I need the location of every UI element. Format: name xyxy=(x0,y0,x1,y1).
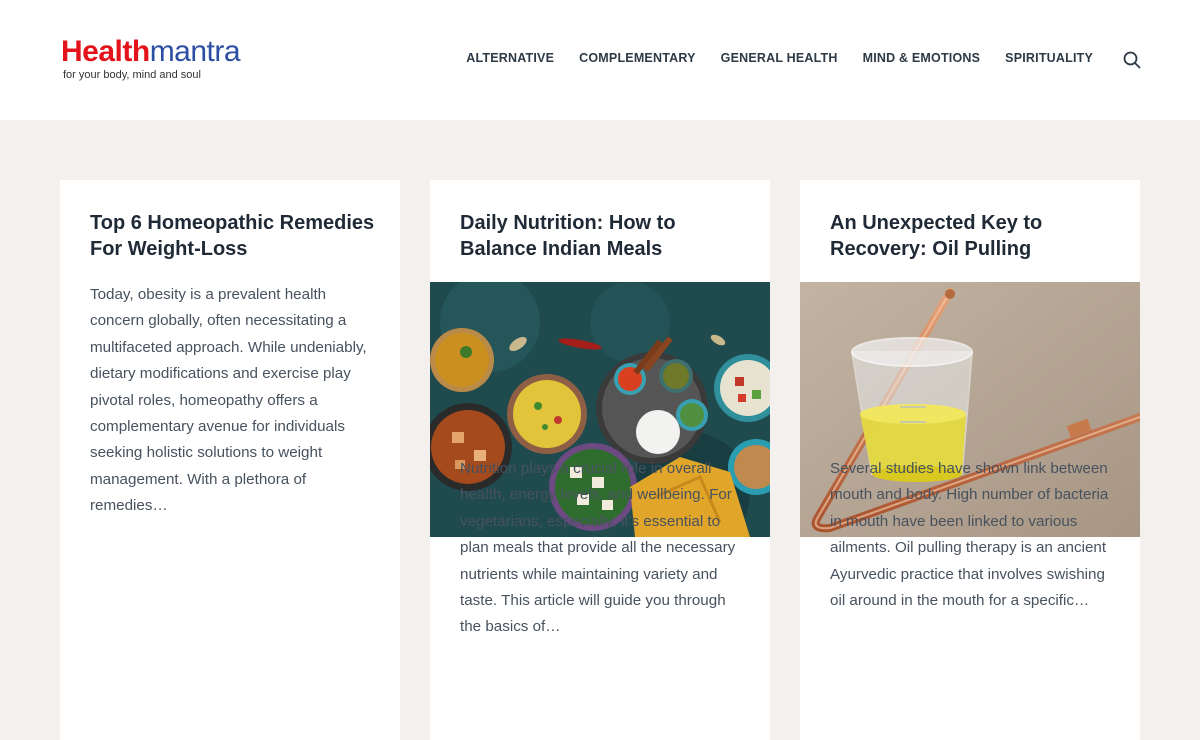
search-icon[interactable] xyxy=(1123,51,1141,69)
post-title[interactable]: An Unexpected Key to Recovery: Oil Pulli… xyxy=(830,210,1120,262)
nav-complementary[interactable]: COMPLEMENTARY xyxy=(579,51,696,65)
post-card: Top 6 Homeopathic Remedies For Weight-Lo… xyxy=(60,180,400,740)
post-title[interactable]: Top 6 Homeopathic Remedies For Weight-Lo… xyxy=(90,210,380,262)
logo-tagline: for your body, mind and soul xyxy=(63,69,201,81)
nav-alternative[interactable]: ALTERNATIVE xyxy=(466,51,554,65)
nav-spirituality[interactable]: SPIRITUALITY xyxy=(1005,51,1093,65)
nav-general-health[interactable]: GENERAL HEALTH xyxy=(721,51,838,65)
post-excerpt: Several studies have shown link between … xyxy=(830,460,1109,610)
post-title[interactable]: Daily Nutrition: How to Balance Indian M… xyxy=(460,210,750,262)
post-card: An Unexpected Key to Recovery: Oil Pulli… xyxy=(800,180,1140,740)
post-excerpt: Today, obesity is a prevalent health con… xyxy=(90,286,367,515)
site-header: Healthmantra for your body, mind and sou… xyxy=(0,0,1200,120)
post-excerpt: Nutrition plays a crucial role in overal… xyxy=(460,460,736,636)
site-logo[interactable]: Healthmantra for your body, mind and sou… xyxy=(61,35,241,82)
main-navigation: ALTERNATIVE COMPLEMENTARY GENERAL HEALTH… xyxy=(441,51,1093,65)
logo-health: Health xyxy=(61,35,150,68)
logo-wordmark: Healthmantra xyxy=(61,35,241,68)
post-card: Daily Nutrition: How to Balance Indian M… xyxy=(430,180,770,740)
logo-mantra: mantra xyxy=(149,35,241,68)
nav-mind-emotions[interactable]: MIND & EMOTIONS xyxy=(863,51,981,65)
